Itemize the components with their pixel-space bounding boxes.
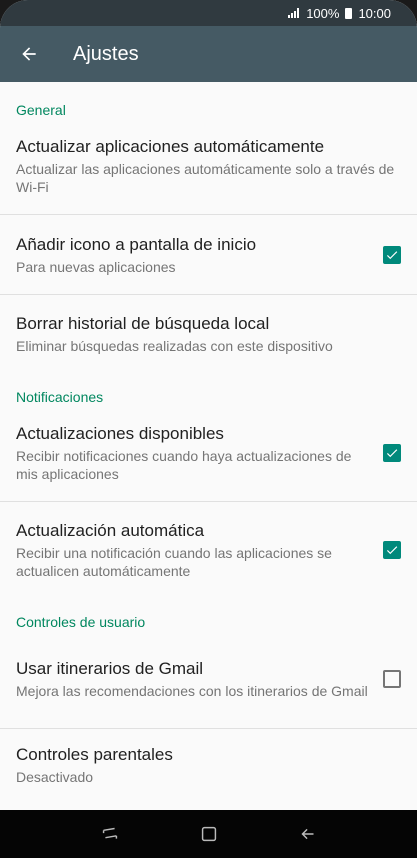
updates-available-checkbox[interactable] [383,444,401,462]
page-title: Ajustes [73,42,139,65]
section-header-user-controls: Controles de usuario [16,614,146,630]
battery-percent: 100% [306,5,340,21]
section-header-general: General [16,102,66,118]
setting-title: Actualizar aplicaciones automáticamente [16,137,325,156]
setting-add-home-icon[interactable]: Añadir icono a pantalla de inicio Para n… [0,215,417,295]
check-icon [386,250,398,259]
battery-icon [345,7,353,19]
signal-icon [288,8,302,18]
setting-subtitle: Eliminar búsquedas realizadas con este d… [16,338,333,354]
back-nav-icon[interactable] [297,823,319,845]
setting-subtitle: Actualizar las aplicaciones automáticame… [16,161,395,195]
system-nav-bar [0,810,417,858]
setting-title: Añadir icono a pantalla de inicio [16,234,257,254]
setting-updates-available[interactable]: Actualizaciones disponibles Recibir noti… [0,405,417,502]
setting-subtitle: Desactivado [16,769,94,785]
setting-parental-controls[interactable]: Controles parentales Desactivado [0,729,417,801]
setting-title: Usar itinerarios de Gmail [16,659,204,678]
setting-subtitle: Recibir notificaciones cuando haya actua… [16,448,352,482]
settings-list: General Actualizar aplicaciones automáti… [0,82,417,810]
setting-gmail-itineraries[interactable]: Usar itinerarios de Gmail Mejora las rec… [0,630,417,729]
setting-subtitle: Recibir una notificación cuando las apli… [16,545,332,579]
setting-title: Controles parentales [16,745,173,764]
setting-subtitle: Mejora las recomendaciones con los itine… [16,683,368,699]
setting-title: Actualizaciones disponibles [16,424,224,443]
auto-update-checkbox[interactable] [383,541,401,559]
home-icon-checkbox[interactable] [383,245,401,264]
setting-subtitle: Para nuevas aplicaciones [16,258,176,275]
setting-auto-update-apps[interactable]: Actualizar aplicaciones automáticamente … [0,118,417,215]
app-bar: Ajustes [0,26,417,82]
check-icon [386,546,398,555]
setting-title: Borrar historial de búsqueda local [16,314,270,333]
check-icon [386,449,398,458]
status-time: 10:00 [358,5,391,21]
setting-clear-search-history[interactable]: Borrar historial de búsqueda local Elimi… [0,295,417,373]
setting-title: Actualización automática [16,521,205,540]
gmail-itineraries-checkbox[interactable] [383,670,401,688]
home-icon[interactable] [198,823,220,845]
recent-apps-icon[interactable] [99,823,121,845]
section-header-notifications: Notificaciones [16,389,104,405]
arrow-back-icon[interactable] [0,26,58,82]
phone-screen: 100% 10:00 Ajustes General Actualizar ap… [0,0,417,858]
status-bar: 100% 10:00 [0,0,417,26]
setting-auto-update-notification[interactable]: Actualización automática Recibir una not… [0,502,417,598]
